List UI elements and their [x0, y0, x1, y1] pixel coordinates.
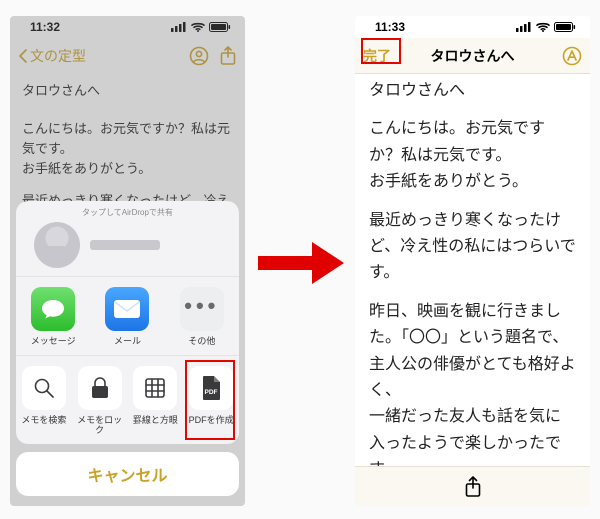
share-app-mail[interactable]: メール [90, 277, 164, 355]
paragraph: 昨日、映画を観に行きました。「〇〇」という題名で、主人公の俳優がとても格好よく、… [369, 299, 576, 484]
cancel-label: キャンセル [87, 462, 167, 486]
share-actions-row: メモを検索 メモをロック 罫線と方眼 [16, 355, 239, 444]
note-title: タロウさんへ [369, 78, 576, 104]
airdrop-contact[interactable] [26, 222, 229, 268]
share-app-messages[interactable]: メッセージ [16, 277, 90, 355]
svg-text:PDF: PDF [205, 389, 218, 396]
avatar-icon [34, 222, 80, 268]
paragraph: 最近めっきり寒くなったけど、冷え性の私にはつらいです。 [369, 208, 576, 287]
airdrop-hint: タップしてAirDropで共有 [26, 207, 229, 218]
status-bar: 11:33 [355, 16, 590, 38]
pdf-icon: PDF [189, 366, 233, 410]
wifi-icon [191, 22, 205, 32]
phone-right: 11:33 完了 タロウさんへ タロウさ [355, 16, 590, 506]
signal-icon [171, 22, 187, 32]
battery-icon [554, 22, 576, 32]
wifi-icon [536, 22, 550, 32]
bottom-toolbar [355, 466, 590, 506]
action-label: PDFを作成 [189, 416, 234, 426]
navbar: 完了 タロウさんへ [355, 38, 590, 74]
search-icon [22, 366, 66, 410]
app-label: メール [114, 337, 141, 347]
contact-name-redacted [90, 240, 160, 250]
back-label: 文の定型 [30, 46, 86, 66]
action-lock[interactable]: メモをロック [72, 356, 128, 444]
phone-left: 11:32 文の定型 [10, 16, 245, 506]
action-pdf[interactable]: PDF PDFを作成 [183, 356, 239, 444]
note-title: タロウさんへ [10, 74, 245, 101]
status-time: 11:32 [30, 20, 60, 34]
note-body[interactable]: タロウさんへ こんにちは。お元気ですか？私は元気です。 お手紙をありがとう。 最… [355, 74, 590, 495]
app-label: メッセージ [31, 337, 76, 347]
page-title: タロウさんへ [355, 46, 590, 66]
arrow-icon [258, 240, 344, 286]
share-icon[interactable] [464, 476, 482, 498]
share-icon[interactable] [219, 46, 237, 66]
paragraph: こんにちは。お元気ですか？私は元気です。 お手紙をありがとう。 [22, 119, 233, 179]
cancel-button[interactable]: キャンセル [16, 452, 239, 496]
chevron-left-icon [18, 48, 28, 64]
action-label: メモをロック [74, 416, 126, 436]
action-label: メモを検索 [21, 416, 66, 426]
status-bar: 11:32 [10, 16, 245, 38]
people-icon[interactable] [189, 46, 209, 66]
share-apps-row: メッセージ メール ••• その他 [16, 276, 239, 355]
signal-icon [516, 22, 532, 32]
app-label: その他 [188, 337, 215, 347]
mail-icon [105, 287, 149, 331]
action-search[interactable]: メモを検索 [16, 356, 72, 444]
grid-icon [133, 366, 177, 410]
share-app-more[interactable]: ••• その他 [165, 277, 239, 355]
navbar: 文の定型 [10, 38, 245, 74]
battery-icon [209, 22, 231, 32]
action-label: 罫線と方眼 [133, 416, 178, 426]
messages-icon [31, 287, 75, 331]
more-icon: ••• [180, 287, 224, 331]
status-time: 11:33 [375, 20, 405, 34]
paragraph: こんにちは。お元気ですか？私は元気です。 お手紙をありがとう。 [369, 116, 576, 195]
back-button[interactable]: 文の定型 [18, 46, 86, 66]
share-sheet: タップしてAirDropで共有 メッセージ [10, 195, 245, 506]
action-grid[interactable]: 罫線と方眼 [128, 356, 184, 444]
lock-icon [78, 366, 122, 410]
